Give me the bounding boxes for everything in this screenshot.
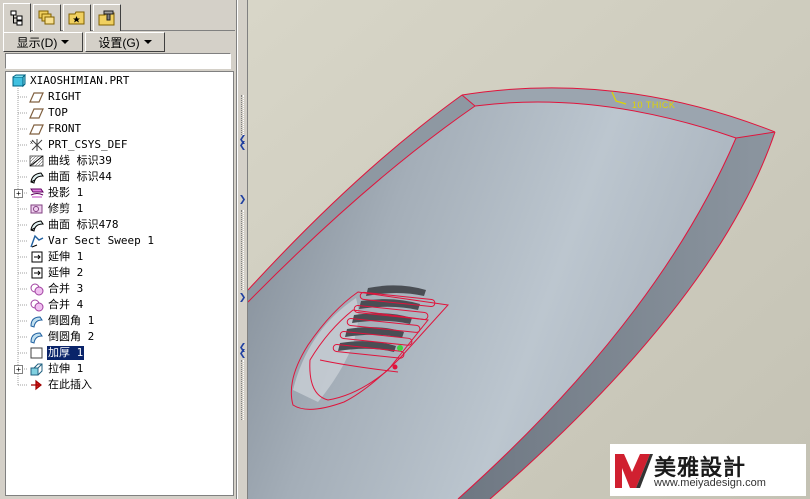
tree-item[interactable]: 在此插入 [28, 377, 93, 393]
curve-icon [28, 154, 44, 168]
tree-item[interactable]: x PRT_CSYS_DEF [28, 137, 128, 153]
watermark: 美雅設計 www.meiyadesign.com [610, 444, 806, 496]
datum-plane-icon [28, 90, 44, 104]
panel-splitter[interactable]: ❮ ❮ ❯ ❯ ❮ ❮ [237, 0, 248, 499]
settings-menu-button[interactable]: 设置(G) [85, 32, 165, 52]
projection-icon [28, 186, 44, 200]
tree-item-label: 合并 4 [48, 298, 84, 311]
chevron-down-icon [61, 40, 70, 44]
model-view: 10 THICK [248, 0, 810, 499]
tab-tools[interactable] [93, 4, 121, 31]
tree-item[interactable]: RIGHT [28, 89, 82, 105]
tree-item[interactable]: 合并 4 [28, 297, 84, 313]
thicken-icon [28, 346, 44, 360]
round-icon [28, 314, 44, 328]
tree-item-label: 延伸 1 [48, 250, 84, 263]
tree-item[interactable]: 曲线 标识39 [28, 153, 113, 169]
meiya-logo-icon [615, 454, 653, 488]
tree-item-label: 曲面 标识478 [48, 218, 119, 231]
tree-item-label: TOP [48, 106, 68, 119]
display-menu-button[interactable]: 显示(D) [3, 32, 83, 52]
tree-filter-field[interactable] [5, 53, 231, 69]
navigator-tabs [3, 3, 235, 32]
tree-item-label: 延伸 2 [48, 266, 84, 279]
annotation-text: 10 THICK [632, 100, 675, 110]
tree-item-label: 拉伸 1 [48, 362, 84, 375]
tree-item[interactable]: XIAOSHIMIAN.PRT [10, 73, 130, 89]
tree-item-label: FRONT [48, 122, 82, 135]
csys-icon: x [28, 138, 44, 152]
surface-icon [28, 170, 44, 184]
chevron-down-icon [143, 40, 152, 44]
model-tree: XIAOSHIMIAN.PRT RIGHT TOP FRONT x PRT_CSYS_DE… [5, 71, 234, 496]
tree-item[interactable]: 倒圆角 2 [28, 329, 95, 345]
tree-item-label: 倒圆角 1 [48, 314, 95, 327]
tree-item[interactable]: 倒圆角 1 [28, 313, 95, 329]
merge-icon [28, 298, 44, 312]
datum-plane-icon [28, 106, 44, 120]
tree-item[interactable]: 合并 3 [28, 281, 84, 297]
model-tree-icon [10, 10, 23, 26]
extend-icon [28, 250, 44, 264]
tree-item-label: Var Sect Sweep 1 [48, 234, 154, 247]
splitter-grip [241, 360, 244, 420]
selection-point-icon [397, 345, 403, 351]
insert-here-icon [28, 378, 44, 392]
expand-icon[interactable]: + [14, 189, 23, 198]
tab-layers[interactable] [33, 4, 61, 31]
favorites-folder-icon [68, 11, 85, 25]
tab-model-tree[interactable] [3, 3, 31, 32]
layers-icon [38, 10, 55, 25]
display-menu-label: 显示(D) [16, 35, 58, 50]
tree-item-label: 倒圆角 2 [48, 330, 95, 343]
collapse-left-icon[interactable]: ❮ ❮ [238, 344, 247, 359]
tree-item-label: 曲线 标识39 [48, 154, 112, 167]
splitter-grip [241, 95, 244, 135]
tree-item-label: 在此插入 [48, 378, 92, 391]
tree-item-label: 投影 1 [48, 186, 84, 199]
tab-favorites[interactable] [63, 4, 91, 31]
tree-item[interactable]: 曲面 标识478 [28, 217, 120, 233]
tools-folder-icon [98, 10, 115, 26]
tree-item-label: RIGHT [48, 90, 82, 103]
expand-right-icon[interactable]: ❯ [238, 196, 247, 205]
tree-toolbar: 显示(D) 设置(G) [3, 32, 235, 52]
tree-item-label: XIAOSHIMIAN.PRT [30, 74, 130, 87]
tree-item[interactable]: 曲面 标识44 [28, 169, 113, 185]
tree-item[interactable]: 修剪 1 [28, 201, 84, 217]
graphics-viewport[interactable]: 10 THICK [248, 0, 810, 499]
extend-icon [28, 266, 44, 280]
tree-item[interactable]: 拉伸 1 [28, 361, 84, 377]
splitter-grip [241, 210, 244, 290]
tree-item-label: 合并 3 [48, 282, 84, 295]
watermark-url: www.meiyadesign.com [654, 477, 766, 489]
tree-item[interactable]: 延伸 1 [28, 249, 84, 265]
tree-item-label: PRT_CSYS_DEF [48, 138, 128, 151]
settings-menu-label: 设置(G) [98, 35, 140, 50]
edge-point-icon [392, 364, 398, 370]
part-icon [10, 74, 26, 88]
tree-item[interactable]: Var Sect Sweep 1 [28, 233, 155, 249]
collapse-left-icon[interactable]: ❮ ❮ [238, 136, 247, 151]
model-tree-panel: 显示(D) 设置(G) XIAOSHIMIAN.PRT RIGHT TOP FRONT… [0, 0, 237, 499]
tree-item[interactable]: TOP [28, 105, 69, 121]
sweep-icon [28, 234, 44, 248]
tree-item-label: 曲面 标识44 [48, 170, 112, 183]
trim-icon [28, 202, 44, 216]
tree-item[interactable]: 延伸 2 [28, 265, 84, 281]
tree-item[interactable]: 加厚 1 [28, 345, 86, 361]
round-icon [28, 330, 44, 344]
tree-item-label: 修剪 1 [48, 202, 84, 215]
datum-plane-icon [28, 122, 44, 136]
svg-text:x: x [30, 140, 33, 146]
tree-item-label: 加厚 1 [45, 345, 86, 361]
expand-right-icon[interactable]: ❯ [238, 294, 247, 303]
merge-icon [28, 282, 44, 296]
extrude-icon [28, 362, 44, 376]
tree-item[interactable]: FRONT [28, 121, 82, 137]
expand-icon[interactable]: + [14, 365, 23, 374]
surface-icon [28, 218, 44, 232]
tree-item[interactable]: 投影 1 [28, 185, 84, 201]
